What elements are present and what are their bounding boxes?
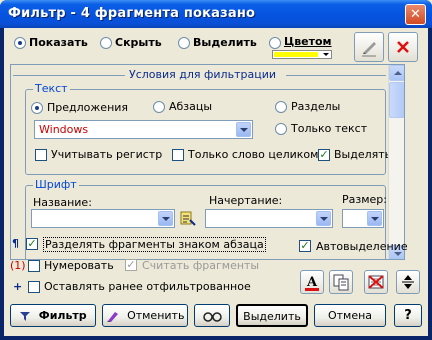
radio-show[interactable] [14, 37, 26, 49]
radio-highlight-label: Выделить [193, 36, 257, 49]
spin-button[interactable] [396, 270, 420, 294]
font-color-icon: A [305, 275, 319, 291]
auto-select-checkbox[interactable]: ✓ [299, 240, 311, 252]
style-combo-value: Windows [39, 123, 89, 136]
radio-hide-label: Скрыть [115, 36, 162, 49]
copy-icon [333, 274, 349, 291]
header-rule-right [286, 75, 386, 76]
undo-icon [106, 312, 118, 322]
chevron-down-icon [367, 211, 382, 226]
font-style-combo[interactable] [205, 209, 333, 228]
svg-text:A: A [306, 275, 318, 290]
cancel-button-label: Отмена [327, 309, 373, 322]
filter-icon [20, 312, 31, 321]
conditions-panel: Условия для фильтрации Текст Предложения… [10, 64, 405, 260]
chevron-down-icon [323, 53, 329, 56]
chevron-down-icon [316, 211, 331, 226]
close-icon: ✕ [410, 7, 421, 22]
pencil-icon [362, 42, 376, 57]
count-checkbox[interactable]: ✓ [125, 259, 137, 271]
paragraph-symbol: ¶ [12, 237, 19, 250]
radio-highlight[interactable] [178, 37, 190, 49]
cancel-button[interactable]: Отмена [314, 304, 386, 327]
font-name-label: Название: [33, 196, 92, 209]
font-style-label: Начертание: [209, 194, 283, 207]
keep-checkbox[interactable] [28, 281, 40, 293]
radio-paragraphs-label: Абзацы [169, 100, 213, 113]
radio-color[interactable] [269, 37, 281, 49]
color-swatch [274, 52, 318, 57]
radio-sentences-label: Предложения [47, 101, 129, 114]
numbering-prefix: (1) [10, 259, 26, 272]
undo-filter-button[interactable]: Отменить [102, 304, 188, 327]
highlight-checkbox[interactable]: ✓ [318, 149, 330, 161]
copy-button[interactable] [329, 270, 353, 294]
delete-icon [397, 41, 409, 53]
window-title: Фильтр - 4 фрагмента показано [8, 6, 256, 21]
radio-text-only[interactable] [275, 123, 287, 135]
font-size-label: Размер: [342, 193, 387, 206]
radio-sections[interactable] [275, 101, 287, 113]
clear-format-button[interactable] [364, 270, 388, 294]
radio-sections-label: Разделы [291, 100, 341, 113]
scroll-up-button[interactable] [389, 65, 404, 81]
match-case-label: Учитывать регистр [51, 148, 163, 161]
chevron-down-icon [158, 211, 173, 226]
glasses-icon [203, 312, 222, 322]
text-group-title: Текст [33, 82, 70, 95]
separate-checkbox[interactable]: ✓ [26, 238, 38, 250]
title-bar: Фильтр - 4 фрагмента показано ✕ [0, 0, 432, 28]
radio-paragraphs[interactable] [153, 101, 165, 113]
scroll-thumb[interactable] [389, 82, 404, 118]
numerate-label: Нумеровать [44, 259, 114, 272]
color-picker[interactable] [272, 50, 332, 59]
dialog-body: Показать Скрыть Выделить Цветом Условия … [4, 28, 428, 336]
panel-header: Условия для фильтрации [129, 68, 276, 81]
plus-prefix: + [13, 280, 23, 293]
filter-button-label: Фильтр [38, 309, 87, 322]
header-rule-left [13, 75, 125, 76]
font-picker-icon [180, 211, 196, 226]
edit-button[interactable] [354, 32, 384, 62]
select-button[interactable]: Выделить [236, 304, 308, 327]
undo-filter-label: Отменить [127, 309, 185, 322]
clear-button[interactable] [388, 32, 418, 62]
highlight-label: Выделять [334, 148, 392, 161]
keep-label: Оставлять ранее отфильтрованное [44, 280, 251, 293]
separate-label: Разделять фрагменты знаком абзаца [43, 237, 266, 252]
radio-hide[interactable] [100, 37, 112, 49]
filter-dialog: Фильтр - 4 фрагмента показано ✕ Показать… [0, 0, 432, 340]
chevron-down-icon [236, 122, 251, 137]
auto-select-label: Автовыделение [316, 240, 408, 253]
font-color-button[interactable]: A [300, 270, 324, 294]
whole-word-checkbox[interactable] [172, 149, 184, 161]
font-group-title: Шрифт [33, 178, 79, 191]
radio-sentences[interactable] [31, 102, 43, 114]
panel-scrollbar[interactable] [388, 65, 404, 259]
radio-show-label: Показать [29, 36, 88, 49]
radio-color-label: Цветом [284, 35, 332, 48]
preview-button[interactable] [194, 304, 230, 327]
radio-text-only-label: Только текст [291, 122, 368, 135]
help-icon: ? [404, 308, 412, 323]
font-picker-button[interactable] [179, 210, 197, 228]
whole-word-label: Только слово целиком [188, 148, 319, 161]
numerate-checkbox[interactable] [28, 260, 40, 272]
font-size-combo[interactable] [342, 209, 384, 228]
close-button[interactable]: ✕ [405, 4, 426, 25]
match-case-checkbox[interactable] [35, 149, 47, 161]
clear-format-icon [368, 275, 384, 289]
font-name-combo[interactable] [31, 209, 175, 228]
select-button-label: Выделить [243, 310, 301, 323]
count-label: Считать фрагменты [142, 259, 260, 272]
help-button[interactable]: ? [394, 304, 422, 327]
up-down-arrows-icon [402, 275, 414, 289]
filter-button[interactable]: Фильтр [10, 304, 96, 327]
style-combo[interactable]: Windows [34, 120, 253, 139]
